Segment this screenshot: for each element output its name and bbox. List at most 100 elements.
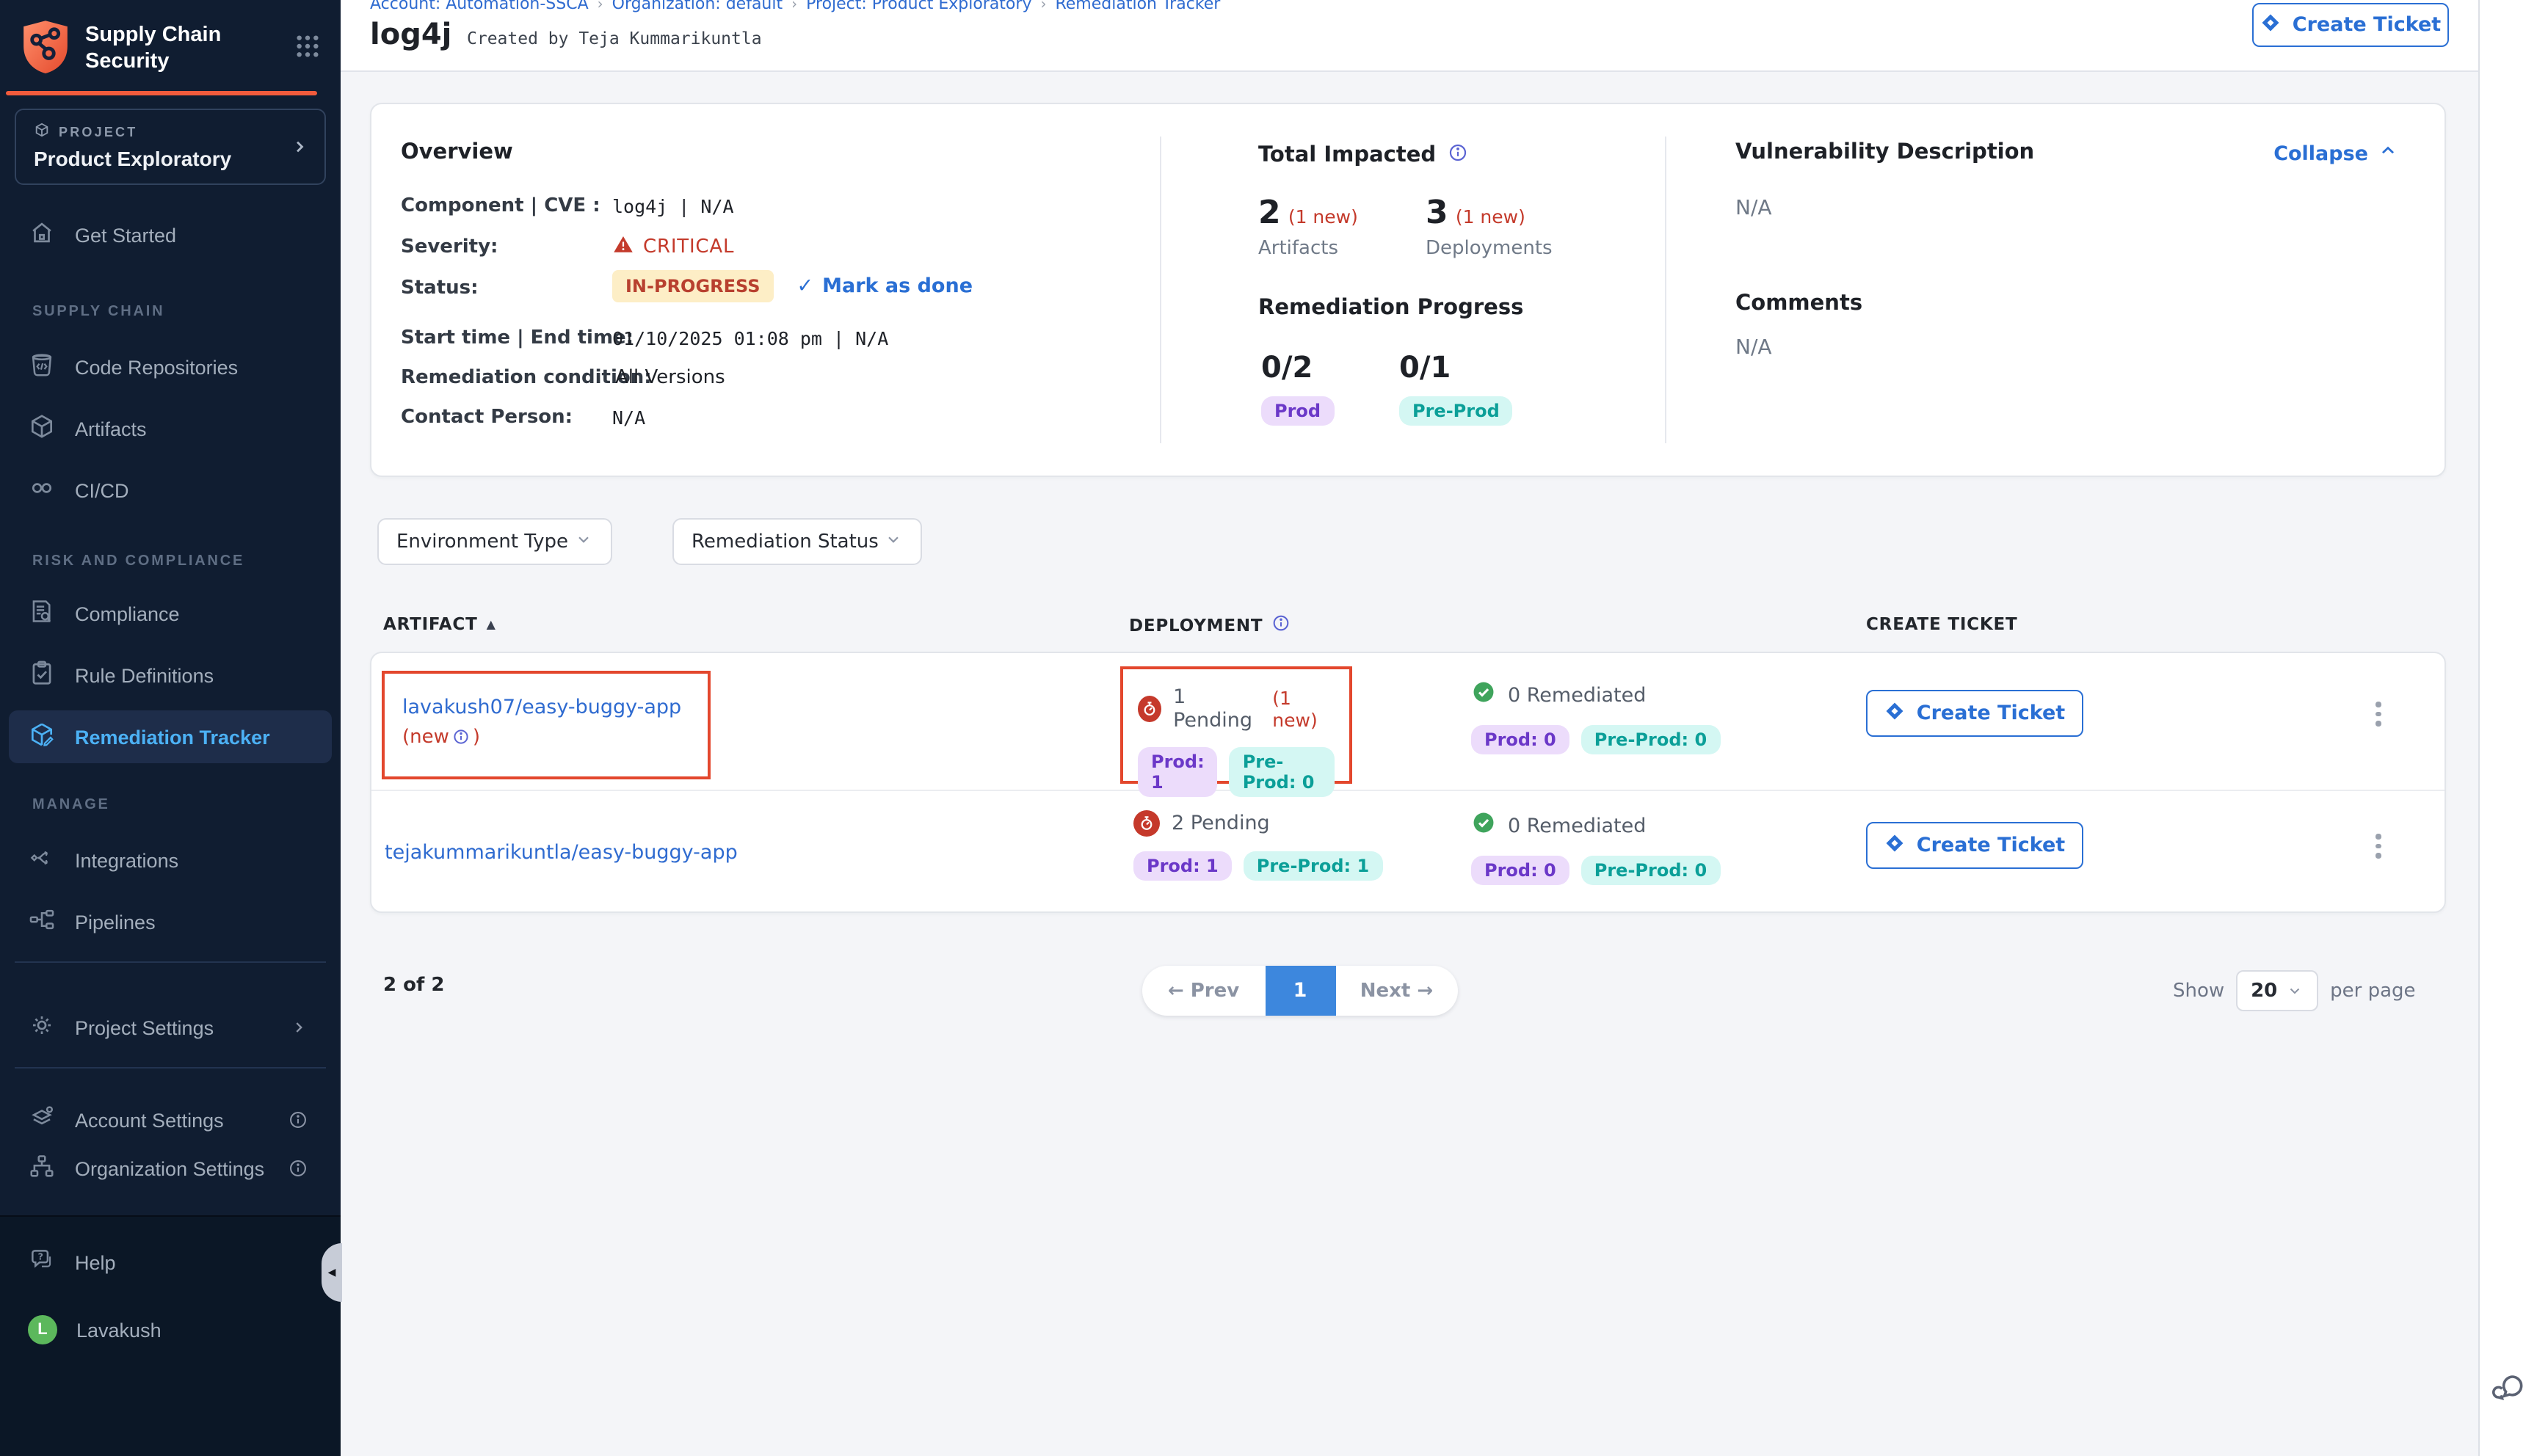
severity-value: CRITICAL (643, 236, 734, 258)
sidebar-item-code-repositories[interactable]: Code Repositories (9, 341, 332, 393)
sidebar-item-artifacts[interactable]: Artifacts (9, 402, 332, 455)
artifacts-count: 2 (1258, 195, 1281, 232)
clipboard-check-icon (28, 659, 56, 691)
section-supply-chain: SUPPLY CHAIN (32, 304, 164, 320)
user-avatar: L (28, 1315, 57, 1344)
column-header-artifact[interactable]: ARTIFACT ▲ (383, 614, 496, 634)
sidebar-item-compliance[interactable]: Compliance (9, 587, 332, 640)
sidebar-collapse-handle[interactable]: ◀ (322, 1243, 342, 1302)
preprod-badge: Pre-Prod: 0 (1581, 856, 1720, 885)
collapse-button[interactable]: Collapse (2273, 141, 2398, 166)
project-label-row: PROJECT (34, 122, 307, 141)
prev-page-button[interactable]: ← Prev (1142, 980, 1265, 1002)
org-chart-gear-icon (28, 1152, 56, 1184)
sidebar-item-label: Help (75, 1251, 116, 1273)
sidebar-item-label: Artifacts (75, 418, 147, 440)
per-page-label: per page (2330, 980, 2415, 1002)
sidebar-item-label: Project Settings (75, 1016, 214, 1038)
remediated-badges: Prod: 0 Pre-Prod: 0 (1471, 856, 1720, 885)
prod-badge: Prod: 1 (1138, 747, 1218, 797)
project-selector[interactable]: PROJECT Product Exploratory (15, 109, 326, 185)
page-number-button[interactable]: 1 (1265, 966, 1335, 1016)
page-subtitle: Created by Teja Kummarikuntla (467, 28, 762, 48)
status-badge: IN-PROGRESS (612, 270, 774, 302)
overview-heading: Overview (401, 141, 513, 164)
breadcrumb-project[interactable]: Project: Product Exploratory (806, 0, 1031, 13)
sidebar-item-project-settings[interactable]: Project Settings (9, 1001, 332, 1054)
time-value: 01/10/2025 01:08 pm | N/A (612, 327, 888, 349)
warning-triangle-icon (612, 233, 634, 261)
diamond-ticket-icon (1884, 699, 1906, 727)
progress-prod-value: 0/2 (1261, 349, 1334, 385)
mark-as-done-button[interactable]: ✓Mark as done (797, 274, 973, 298)
sidebar-item-label: Pipelines (75, 911, 156, 933)
comments-value: N/A (1735, 336, 1772, 360)
app-logo-row: Supply Chain Security (0, 13, 341, 87)
breadcrumb-organization[interactable]: Organization: default (612, 0, 783, 13)
remediated-check-icon (1471, 680, 1496, 710)
help-chat-icon: ? (28, 1246, 56, 1278)
triangle-left-icon: ◀ (328, 1267, 336, 1278)
create-ticket-header-label: CREATE TICKET (1866, 614, 2018, 634)
create-ticket-label: Create Ticket (1917, 834, 2065, 857)
sidebar-item-organization-settings[interactable]: Organization Settings (9, 1142, 332, 1195)
row-menu-kebab-icon[interactable] (2365, 834, 2392, 858)
remediation-status-filter[interactable]: Remediation Status (672, 518, 922, 565)
module-grid-icon[interactable] (295, 34, 320, 66)
breadcrumb-account[interactable]: Account: Automation-SSCA (370, 0, 589, 13)
pending-line: 2 Pending (1133, 810, 1382, 837)
page-size-select[interactable]: 20 (2236, 970, 2318, 1011)
sidebar-item-pipelines[interactable]: Pipelines (9, 895, 332, 948)
table-row: tejakummarikuntla/easy-buggy-app 2 Pendi… (371, 791, 2445, 914)
impacted-artifacts-stat: 2 (1 new) Artifacts (1258, 195, 1358, 260)
shield-logo-icon (21, 18, 70, 81)
row-menu-kebab-icon[interactable] (2365, 702, 2392, 726)
create-ticket-button[interactable]: Create Ticket (2252, 3, 2449, 47)
brand-accent-line (6, 91, 317, 95)
total-impacted-heading: Total Impacted (1258, 143, 1436, 167)
sidebar-item-label: CI/CD (75, 479, 129, 501)
info-icon[interactable] (452, 724, 470, 751)
breadcrumb: Account: Automation-SSCA › Organization: d… (370, 0, 1220, 13)
chevron-down-icon (884, 529, 903, 554)
new-flag-close: ) (473, 727, 480, 749)
severity-value-row: CRITICAL (612, 233, 734, 261)
contact-value: N/A (612, 407, 645, 429)
pending-count: 2 Pending (1172, 812, 1270, 835)
info-icon[interactable] (1271, 614, 1291, 637)
pending-badges: Prod: 1 Pre-Prod: 1 (1133, 851, 1382, 881)
breadcrumb-current[interactable]: Remediation Tracker (1055, 0, 1220, 13)
time-label: Start time | End time: (401, 327, 634, 349)
artifact-link[interactable]: tejakummarikuntla/easy-buggy-app (385, 841, 738, 864)
create-ticket-button[interactable]: Create Ticket (1866, 690, 2083, 737)
deployment-cell: 2 Pending Prod: 1 Pre-Prod: 1 (1133, 810, 1382, 881)
artifact-table: lavakush07/easy-buggy-app (new ) (370, 652, 2446, 913)
info-icon (288, 1110, 308, 1130)
sidebar-item-label: Remediation Tracker (75, 726, 270, 748)
chat-feedback-icon[interactable] (2491, 1371, 2527, 1412)
chevron-right-icon (289, 1018, 308, 1037)
sidebar-item-user[interactable]: L Lavakush (9, 1303, 332, 1356)
sidebar-item-account-settings[interactable]: Account Settings (9, 1093, 332, 1146)
sidebar-item-get-started[interactable]: Get Started (9, 208, 332, 261)
sidebar-item-help[interactable]: ? Help (9, 1236, 332, 1289)
create-ticket-button[interactable]: Create Ticket (1866, 822, 2083, 869)
progress-preprod-value: 0/1 (1399, 349, 1513, 385)
sidebar-item-rule-definitions[interactable]: Rule Definitions (9, 649, 332, 702)
mark-as-done-label: Mark as done (822, 274, 973, 298)
sidebar-item-cicd[interactable]: CI/CD (9, 464, 332, 517)
artifact-link[interactable]: lavakush07/easy-buggy-app (402, 696, 681, 719)
chevron-up-icon (2378, 141, 2398, 166)
section-manage: MANAGE (32, 797, 110, 813)
sidebar-item-label: Organization Settings (75, 1157, 264, 1179)
breadcrumb-separator: › (791, 0, 797, 13)
environment-type-filter[interactable]: Environment Type (377, 518, 612, 565)
sidebar-item-integrations[interactable]: Integrations (9, 834, 332, 887)
remediated-cell: 0 Remediated Prod: 0 Pre-Prod: 0 (1471, 680, 1720, 754)
card-divider (1160, 136, 1161, 443)
sidebar-item-remediation-tracker[interactable]: Remediation Tracker (9, 710, 332, 763)
page-size-value: 20 (2251, 980, 2277, 1002)
show-label: Show (2173, 980, 2224, 1002)
next-page-button[interactable]: Next → (1335, 980, 1458, 1002)
info-icon[interactable] (1448, 141, 1468, 169)
